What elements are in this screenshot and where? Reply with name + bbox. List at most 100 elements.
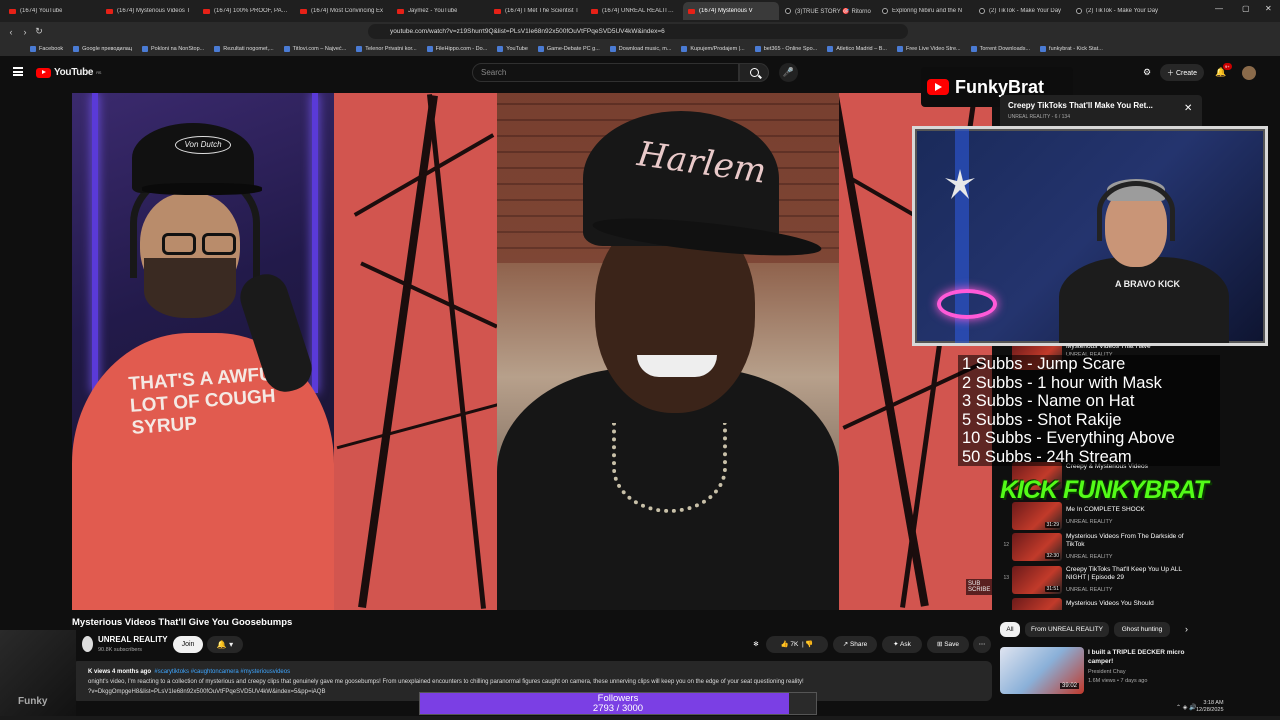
- more-actions-icon[interactable]: ⋯: [973, 636, 991, 653]
- chip-all[interactable]: All: [1000, 622, 1020, 637]
- sub-goal: 5 Subbs - Shot Rakije: [962, 410, 1122, 429]
- browser-tab[interactable]: (1674) Mysterious Videos T: [101, 2, 197, 20]
- playlist-item[interactable]: Mysterious Videos You Should: [1000, 598, 1200, 610]
- playlist-index: 13: [1003, 575, 1009, 581]
- playlist-thumbnail: [1012, 598, 1062, 610]
- back-icon[interactable]: ‹: [4, 27, 18, 37]
- bookmark-item[interactable]: Titlovi.com – Najveć...: [283, 45, 346, 52]
- tab-title: (1674) UNREAL REALITY - Y: [602, 8, 677, 14]
- playlist-header: Creepy TikToks That'll Make You Ret... U…: [1000, 95, 1202, 127]
- join-button[interactable]: Join: [173, 636, 203, 653]
- bookmark-item[interactable]: Torrent Downloads...: [970, 45, 1030, 52]
- playlist-thumbnail: 31:29: [1012, 502, 1062, 530]
- browser-tab[interactable]: (1674) Most Convincing Ex: [295, 2, 391, 20]
- forward-icon[interactable]: ›: [18, 27, 32, 37]
- bookmark-item[interactable]: Facebook: [30, 45, 63, 52]
- bookmark-label: bet365 - Online Spo...: [763, 45, 818, 52]
- chevron-right-icon[interactable]: ›: [1185, 624, 1188, 634]
- bookmark-item[interactable]: Telenor Privatni kor...: [356, 45, 417, 52]
- playlist-item[interactable]: 12 32:30 Mysterious Videos From The Dark…: [1000, 533, 1200, 565]
- bookmark-favicon-icon: [754, 45, 761, 52]
- bookmark-favicon-icon: [426, 45, 433, 52]
- playlist-item-title: Mysterious Videos You Should: [1066, 600, 1154, 607]
- bookmark-item[interactable]: Atletico Madrid – B...: [827, 45, 887, 52]
- playlist-item[interactable]: 13 31:51 Creepy TikToks That'll Keep You…: [1000, 566, 1200, 598]
- browser-tab[interactable]: Exploring Nibiru and the N: [877, 2, 973, 20]
- sub-goal: 1 Subbs - Jump Scare: [962, 355, 1126, 373]
- minimize-button[interactable]: —: [1215, 4, 1223, 13]
- share-button[interactable]: ↗ Share: [833, 636, 877, 653]
- streamer-shirt: [1059, 257, 1229, 343]
- bookmarks-bar: Facebook Google преводилац Pokloni na NonS…: [0, 41, 1280, 56]
- bookmark-item[interactable]: Free Live Video Stre...: [896, 45, 961, 52]
- reactor-panel-left: THAT'S A AWFUL LOT OF COUGH SYRUP Von Du…: [72, 93, 334, 610]
- browser-tab[interactable]: (1674) 100% PROOF, PARA: [198, 2, 294, 20]
- video-player[interactable]: THAT'S A AWFUL LOT OF COUGH SYRUP Von Du…: [72, 93, 992, 610]
- channel-avatar[interactable]: [82, 636, 93, 652]
- hashtags[interactable]: #scarytiktoks #caughtoncamera #mysteriou…: [154, 669, 290, 675]
- maximize-button[interactable]: ▢: [1242, 4, 1250, 13]
- bookmark-label: Telenor Privatni kor...: [365, 45, 417, 52]
- clock-time: 3:18 AM: [1203, 700, 1224, 706]
- browser-tab[interactable]: (1674) UNREAL REALITY - Y: [586, 2, 682, 20]
- bookmark-item[interactable]: FileHippo.com - Do...: [426, 45, 487, 52]
- chip-ghost-hunting[interactable]: Ghost hunting: [1114, 622, 1170, 637]
- bookmark-item[interactable]: Kupujem/Prodajem |...: [681, 45, 745, 52]
- bookmark-label: Kupujem/Prodajem |...: [690, 45, 745, 52]
- create-button[interactable]: ＋ Create: [1160, 64, 1204, 81]
- system-clock[interactable]: 3:18 AM 12/28/2025: [1196, 700, 1224, 714]
- bookmark-item[interactable]: funkybrat - Kick Stat...: [1040, 45, 1103, 52]
- browser-tab[interactable]: (1674) I Met The Scientist T: [489, 2, 585, 20]
- tab-title: (1674) YouTube: [20, 8, 63, 14]
- playlist-thumbnail: 31:51: [1012, 566, 1062, 594]
- youtube-logo[interactable]: YouTube RS: [36, 67, 101, 78]
- save-button[interactable]: ⊞ Save: [927, 636, 969, 653]
- bookmark-label: Atletico Madrid – B...: [836, 45, 887, 52]
- search-input[interactable]: Search: [472, 63, 739, 82]
- cast-icon[interactable]: ⚙: [1143, 67, 1151, 78]
- playlist-item-channel: UNREAL REALITY: [1066, 554, 1113, 560]
- bookmark-label: funkybrat - Kick Stat...: [1049, 45, 1103, 52]
- bookmark-item[interactable]: Google преводилац: [73, 45, 132, 52]
- streamer-webcam: A BRAVO KICK: [912, 126, 1268, 346]
- like-count: 7K: [790, 641, 799, 648]
- bookmark-favicon-icon: [681, 45, 688, 52]
- search-button[interactable]: [739, 63, 769, 82]
- playlist-item-title: Mysterious Videos From The Darkside of T…: [1066, 533, 1184, 548]
- channel-name[interactable]: UNREAL REALITY: [98, 635, 168, 644]
- playlist-title[interactable]: Creepy TikToks That'll Make You Ret...: [1008, 101, 1153, 110]
- reload-icon[interactable]: ↻: [32, 26, 46, 37]
- youtube-favicon-icon: [106, 8, 113, 14]
- recommended-video[interactable]: 39:02 I built a TRIPLE DECKER micro camp…: [1000, 647, 1200, 695]
- playlist-item[interactable]: 31:29 Me In COMPLETE SHOCK UNREAL REALIT…: [1000, 502, 1200, 534]
- bookmark-label: Rezultati nogomet,...: [223, 45, 274, 52]
- voice-search-button[interactable]: 🎤: [779, 63, 798, 82]
- account-avatar[interactable]: [1242, 66, 1256, 80]
- url-field[interactable]: youtube.com/watch?v=z19Shurrt9Q&list=PLs…: [368, 24, 908, 39]
- ask-button[interactable]: ✦ Ask: [882, 636, 922, 653]
- browser-tab[interactable]: (1674) YouTube: [4, 2, 100, 20]
- browser-tab[interactable]: Jaymez - YouTube: [392, 2, 488, 20]
- duration-badge: 31:29: [1045, 522, 1060, 528]
- bookmark-item[interactable]: YouTube: [497, 45, 528, 52]
- menu-icon[interactable]: [13, 67, 23, 76]
- browser-tab[interactable]: (1674) Mysterious V: [683, 2, 779, 20]
- tray-icons[interactable]: ⌃ ◈ 🔊: [1176, 704, 1196, 711]
- close-window-button[interactable]: ✕: [1265, 4, 1272, 13]
- bookmark-item[interactable]: Game-Debate PC g...: [537, 45, 600, 52]
- chip-from-channel[interactable]: From UNREAL REALITY: [1025, 622, 1109, 637]
- recommended-meta: 1.6M views • 7 days ago: [1088, 678, 1148, 684]
- close-icon[interactable]: ✕: [1184, 103, 1192, 114]
- bookmark-item[interactable]: bet365 - Online Spo...: [754, 45, 818, 52]
- bookmark-item[interactable]: Rezultati nogomet,...: [214, 45, 274, 52]
- browser-tab[interactable]: (2) TikTok - Make Your Day: [974, 2, 1070, 20]
- like-dislike-button[interactable]: 👍 7K | 👎: [766, 636, 828, 653]
- browser-tab[interactable]: (2) TikTok - Make Your Day: [1071, 2, 1167, 20]
- brightness-icon[interactable]: ✻: [748, 636, 764, 653]
- subscribe-bell-button[interactable]: 🔔 ▾: [207, 636, 243, 653]
- youtube-favicon-icon: [688, 8, 695, 14]
- bookmark-item[interactable]: Pokloni na NonStop...: [142, 45, 204, 52]
- followers-count: 2793 / 3000: [592, 703, 644, 714]
- browser-tab[interactable]: (3)TRUE STORY 🎯 Ritorno: [780, 2, 876, 20]
- bookmark-item[interactable]: Download music, m...: [609, 45, 671, 52]
